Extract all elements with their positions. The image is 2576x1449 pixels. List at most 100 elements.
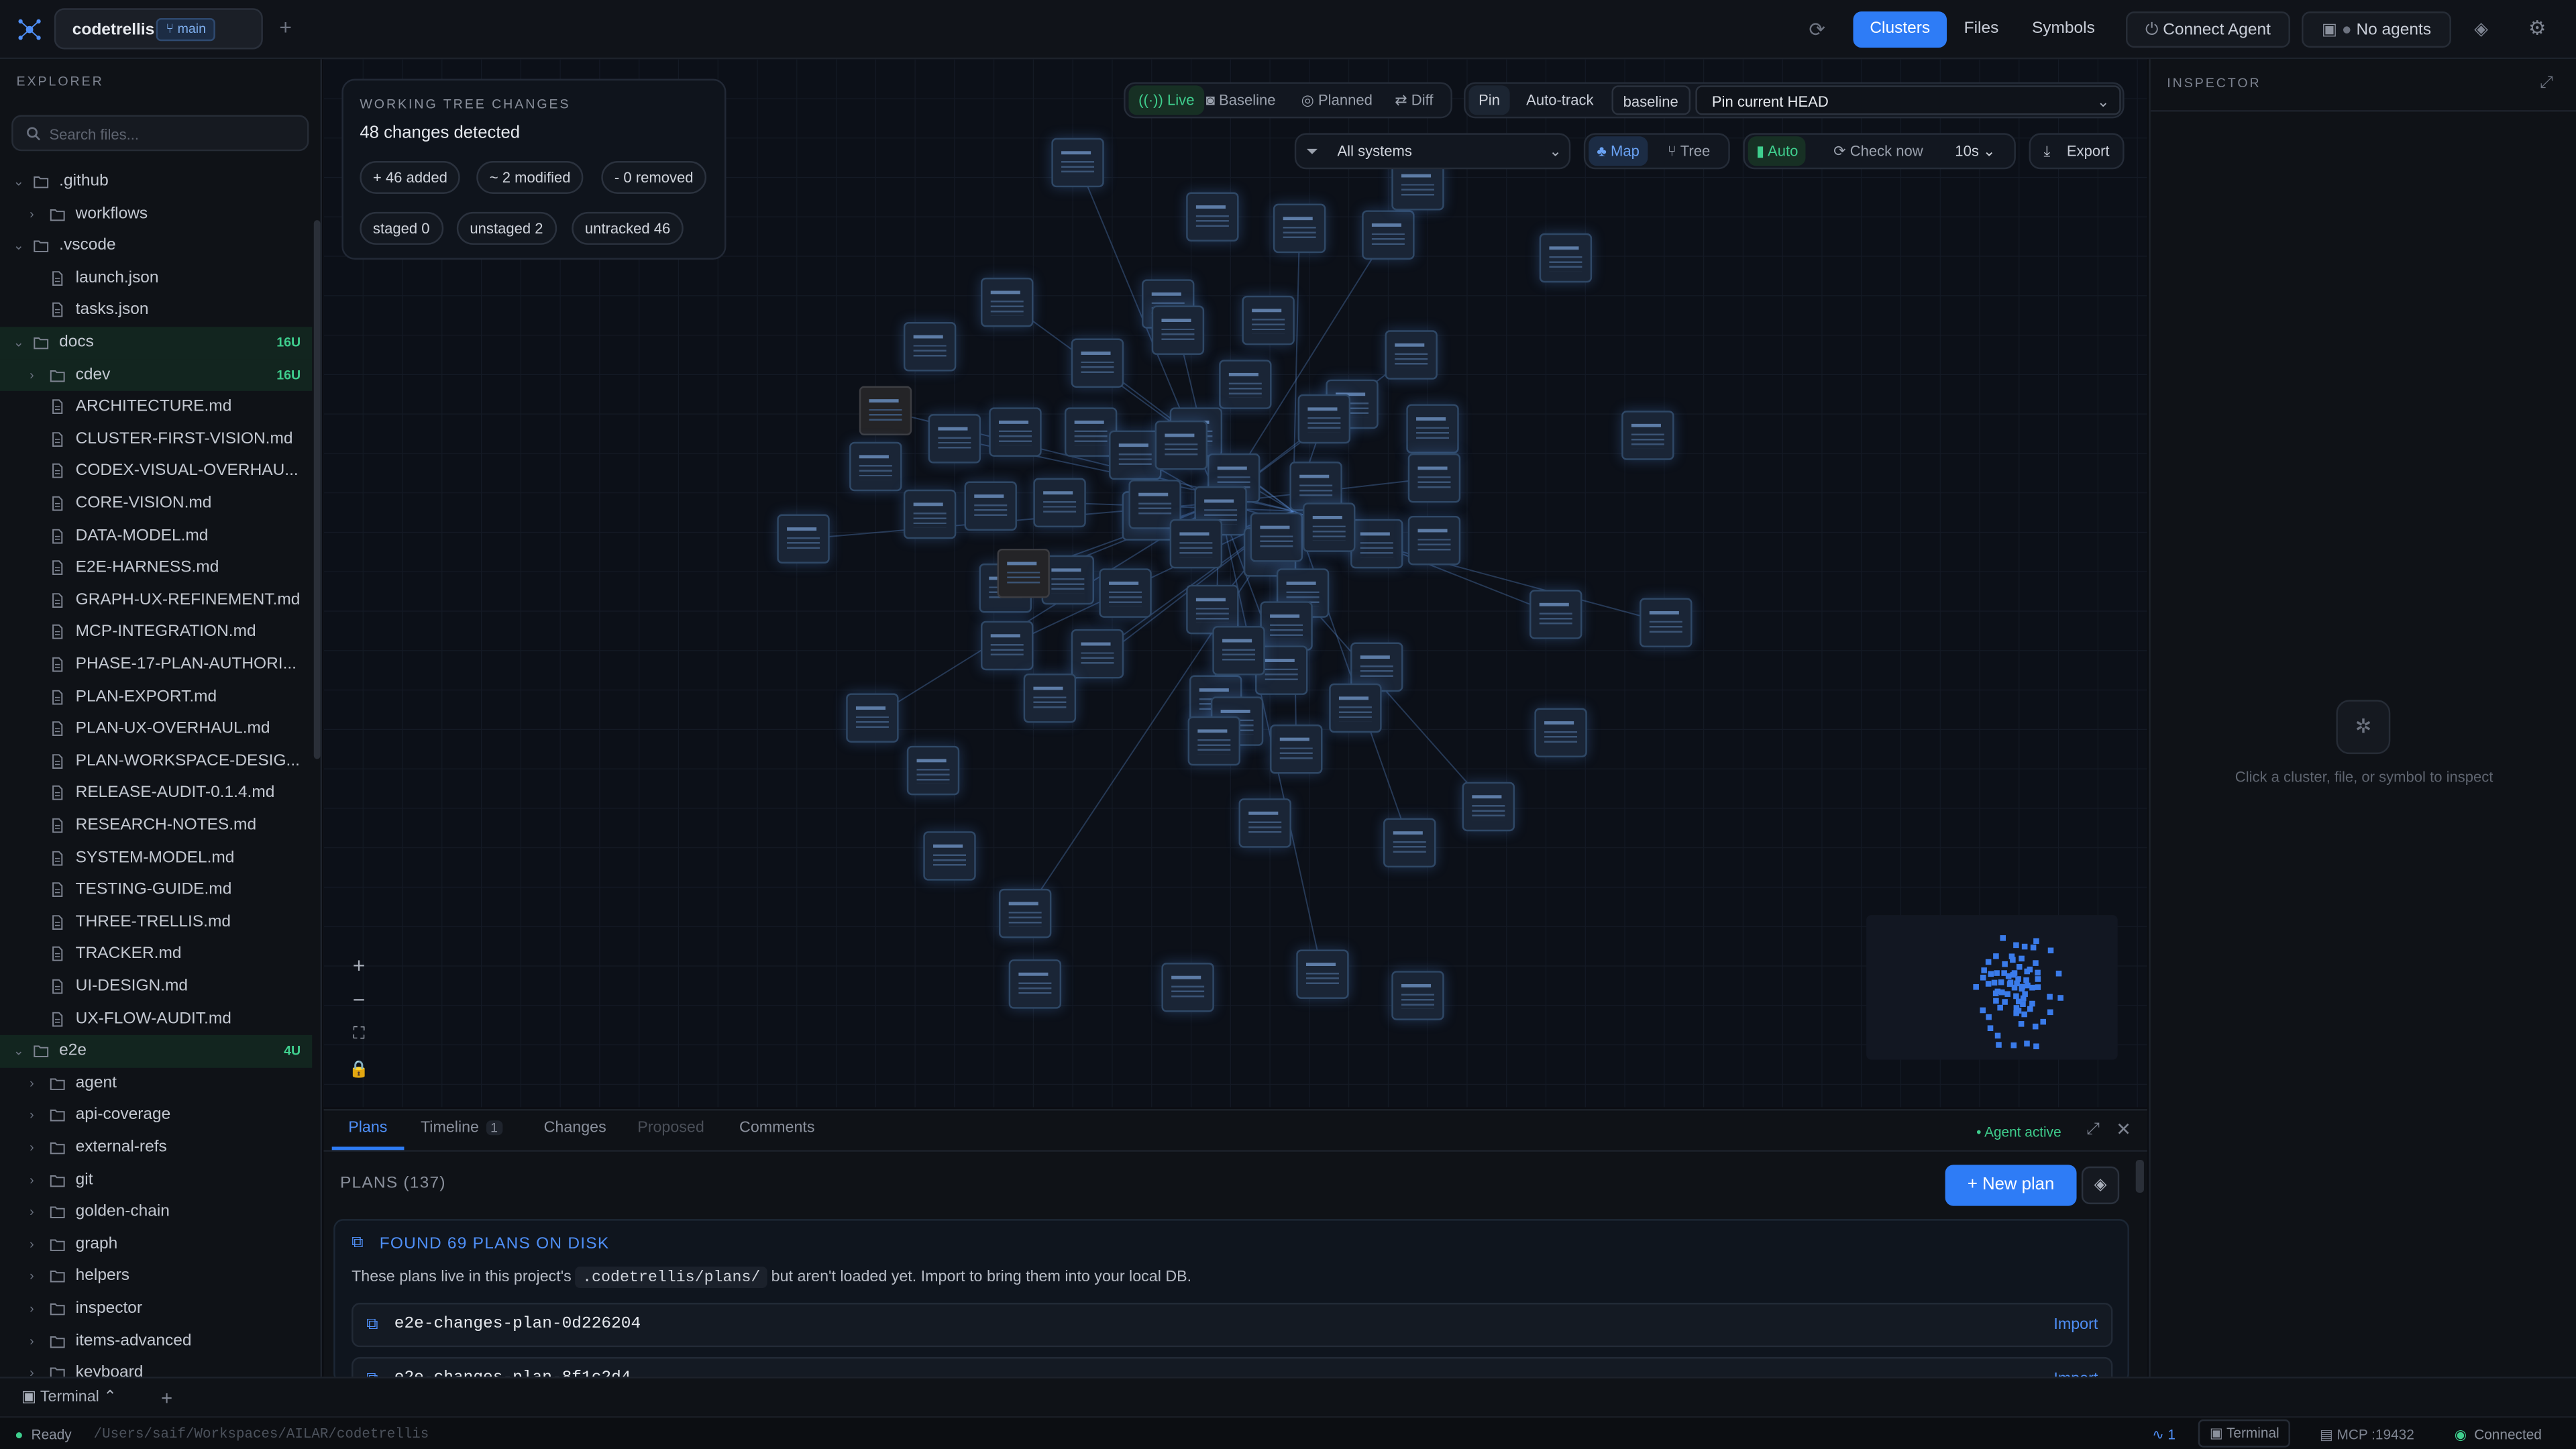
cluster-node[interactable] — [1250, 513, 1303, 562]
tree-file[interactable]: TRACKER.md — [0, 938, 312, 971]
maximize-icon[interactable]: ⤢ — [2086, 1120, 2100, 1138]
tree-file[interactable]: PLAN-UX-OVERHAUL.md — [0, 713, 312, 745]
cluster-node[interactable] — [989, 407, 1042, 457]
cluster-node[interactable] — [923, 831, 976, 881]
tree-button[interactable]: ⑂ Tree — [1668, 135, 1710, 168]
cluster-node[interactable] — [906, 745, 960, 796]
chevron-right-icon[interactable]: › — [30, 1293, 46, 1325]
tree-folder[interactable]: › keyboard — [0, 1357, 312, 1377]
chevron-down-icon[interactable]: ⌄ — [13, 166, 30, 198]
cluster-node[interactable] — [964, 481, 1017, 531]
auto-button[interactable]: ▮ Auto — [1748, 136, 1807, 166]
tree-folder[interactable]: › git — [0, 1164, 312, 1196]
tree-folder[interactable]: › helpers — [0, 1260, 312, 1293]
tree-file[interactable]: CODEX-VISUAL-OVERHAU... — [0, 455, 312, 488]
diff-button[interactable]: ⇄ Diff — [1395, 84, 1433, 117]
tree-folder[interactable]: ⌄ docs 16U — [0, 327, 313, 360]
cluster-node[interactable] — [1621, 411, 1674, 460]
live-button[interactable]: ((·)) Live — [1128, 85, 1205, 115]
cluster-node[interactable] — [1212, 626, 1265, 676]
cluster-node[interactable] — [1155, 420, 1208, 470]
cluster-node[interactable] — [1303, 502, 1356, 552]
chevron-right-icon[interactable]: › — [30, 1132, 46, 1164]
cluster-node[interactable] — [1273, 203, 1326, 254]
chevron-right-icon[interactable]: › — [30, 1196, 46, 1228]
cluster-node[interactable] — [1071, 338, 1124, 388]
check-now-button[interactable]: ⟳ Check now — [1833, 135, 1923, 168]
cluster-node[interactable] — [1161, 963, 1214, 1012]
chevron-right-icon[interactable]: › — [30, 1260, 46, 1293]
fit-view-icon[interactable]: ⛶ — [343, 1018, 375, 1050]
auto-track-button[interactable]: Auto-track — [1526, 84, 1593, 117]
tree-file[interactable]: tasks.json — [0, 294, 312, 327]
cluster-node[interactable] — [1186, 192, 1239, 242]
pin-select[interactable]: Pin current HEAD ⌄ — [1695, 85, 2121, 115]
tree-file[interactable]: PLAN-EXPORT.md — [0, 681, 312, 713]
cluster-node[interactable] — [1529, 590, 1582, 639]
cluster-node[interactable] — [849, 441, 902, 492]
branch-badge[interactable]: ⑂ main — [156, 17, 216, 42]
cluster-node[interactable] — [1023, 674, 1077, 723]
tree-file[interactable]: ARCHITECTURE.md — [0, 391, 312, 423]
gear-icon[interactable]: ⚙ — [2528, 16, 2546, 39]
cluster-node[interactable] — [1391, 971, 1444, 1020]
cluster-node[interactable] — [1099, 568, 1152, 618]
explorer-scrollbar[interactable] — [313, 220, 321, 759]
bottom-scrollbar[interactable] — [2135, 1159, 2144, 1193]
interval-select[interactable]: 10s ⌄ — [1955, 135, 1995, 168]
cluster-node[interactable] — [1242, 295, 1295, 345]
cluster-node[interactable] — [846, 693, 899, 743]
layers-button[interactable]: ◈ — [2081, 1166, 2120, 1205]
tree-folder[interactable]: › api-coverage — [0, 1099, 312, 1132]
cluster-node[interactable] — [1071, 629, 1124, 679]
chevron-down-icon[interactable]: ⌄ — [13, 327, 30, 359]
symbols-button[interactable]: Symbols — [2021, 11, 2106, 48]
import-button[interactable]: Import — [2053, 1316, 2098, 1334]
tree-folder[interactable]: › cdev 16U — [0, 359, 313, 392]
terminal-status-button[interactable]: ▣ Terminal — [2198, 1419, 2291, 1448]
chevron-right-icon[interactable]: › — [30, 359, 46, 391]
cluster-node[interactable] — [1169, 519, 1223, 569]
files-button[interactable]: Files — [1951, 11, 2010, 48]
cluster-node[interactable] — [859, 386, 912, 435]
cluster-node[interactable] — [997, 548, 1050, 598]
cluster-node[interactable] — [1383, 818, 1436, 868]
tree-file[interactable]: TESTING-GUIDE.md — [0, 874, 312, 906]
activity-count[interactable]: ∿ 1 — [2152, 1426, 2176, 1444]
cluster-node[interactable] — [1270, 724, 1323, 774]
terminal-tab[interactable]: ▣ Terminal ⌃ — [21, 1388, 117, 1406]
tree-file[interactable]: PHASE-17-PLAN-AUTHORI... — [0, 649, 312, 681]
cluster-node[interactable] — [1385, 330, 1438, 380]
tree-folder[interactable]: ⌄ e2e 4U — [0, 1035, 313, 1068]
cluster-node[interactable] — [1033, 478, 1086, 528]
add-tab-button[interactable]: + — [279, 15, 292, 40]
tab-plans[interactable]: Plans — [348, 1119, 387, 1137]
cluster-node[interactable] — [1296, 949, 1349, 999]
tree-folder[interactable]: › workflows — [0, 198, 312, 230]
tree-file[interactable]: CLUSTER-FIRST-VISION.md — [0, 423, 312, 455]
chevron-right-icon[interactable]: › — [30, 1228, 46, 1260]
tree-folder[interactable]: › items-advanced — [0, 1325, 312, 1357]
cluster-node[interactable] — [1407, 453, 1461, 503]
close-icon[interactable]: ✕ — [2116, 1119, 2131, 1140]
tree-file[interactable]: RELEASE-AUDIT-0.1.4.md — [0, 777, 312, 810]
clusters-button[interactable]: Clusters — [1853, 11, 1947, 48]
cluster-node[interactable] — [1187, 716, 1240, 766]
cluster-node[interactable] — [903, 322, 957, 372]
cluster-node[interactable] — [1051, 138, 1104, 188]
cluster-node[interactable] — [1260, 601, 1313, 651]
tree-file[interactable]: MCP-INTEGRATION.md — [0, 616, 312, 649]
tree-file[interactable]: UX-FLOW-AUDIT.md — [0, 1003, 312, 1035]
lock-icon[interactable]: 🔒 — [343, 1055, 375, 1086]
tab-timeline[interactable]: Timeline 1 — [421, 1119, 503, 1137]
cluster-node[interactable] — [1362, 210, 1415, 260]
new-plan-button[interactable]: + New plan — [1945, 1165, 2077, 1206]
tab-changes[interactable]: Changes — [544, 1119, 606, 1137]
refresh-icon[interactable]: ⟳ — [1809, 18, 1825, 41]
systems-select[interactable]: ⏷ All systems ⌄ — [1294, 133, 1571, 170]
cluster-node[interactable] — [1151, 305, 1205, 355]
tree-file[interactable]: launch.json — [0, 262, 312, 294]
tree-folder[interactable]: ⌄ .github — [0, 166, 312, 198]
expand-icon[interactable]: ⤢ — [2540, 74, 2553, 92]
tree-folder[interactable]: › external-refs — [0, 1132, 312, 1164]
